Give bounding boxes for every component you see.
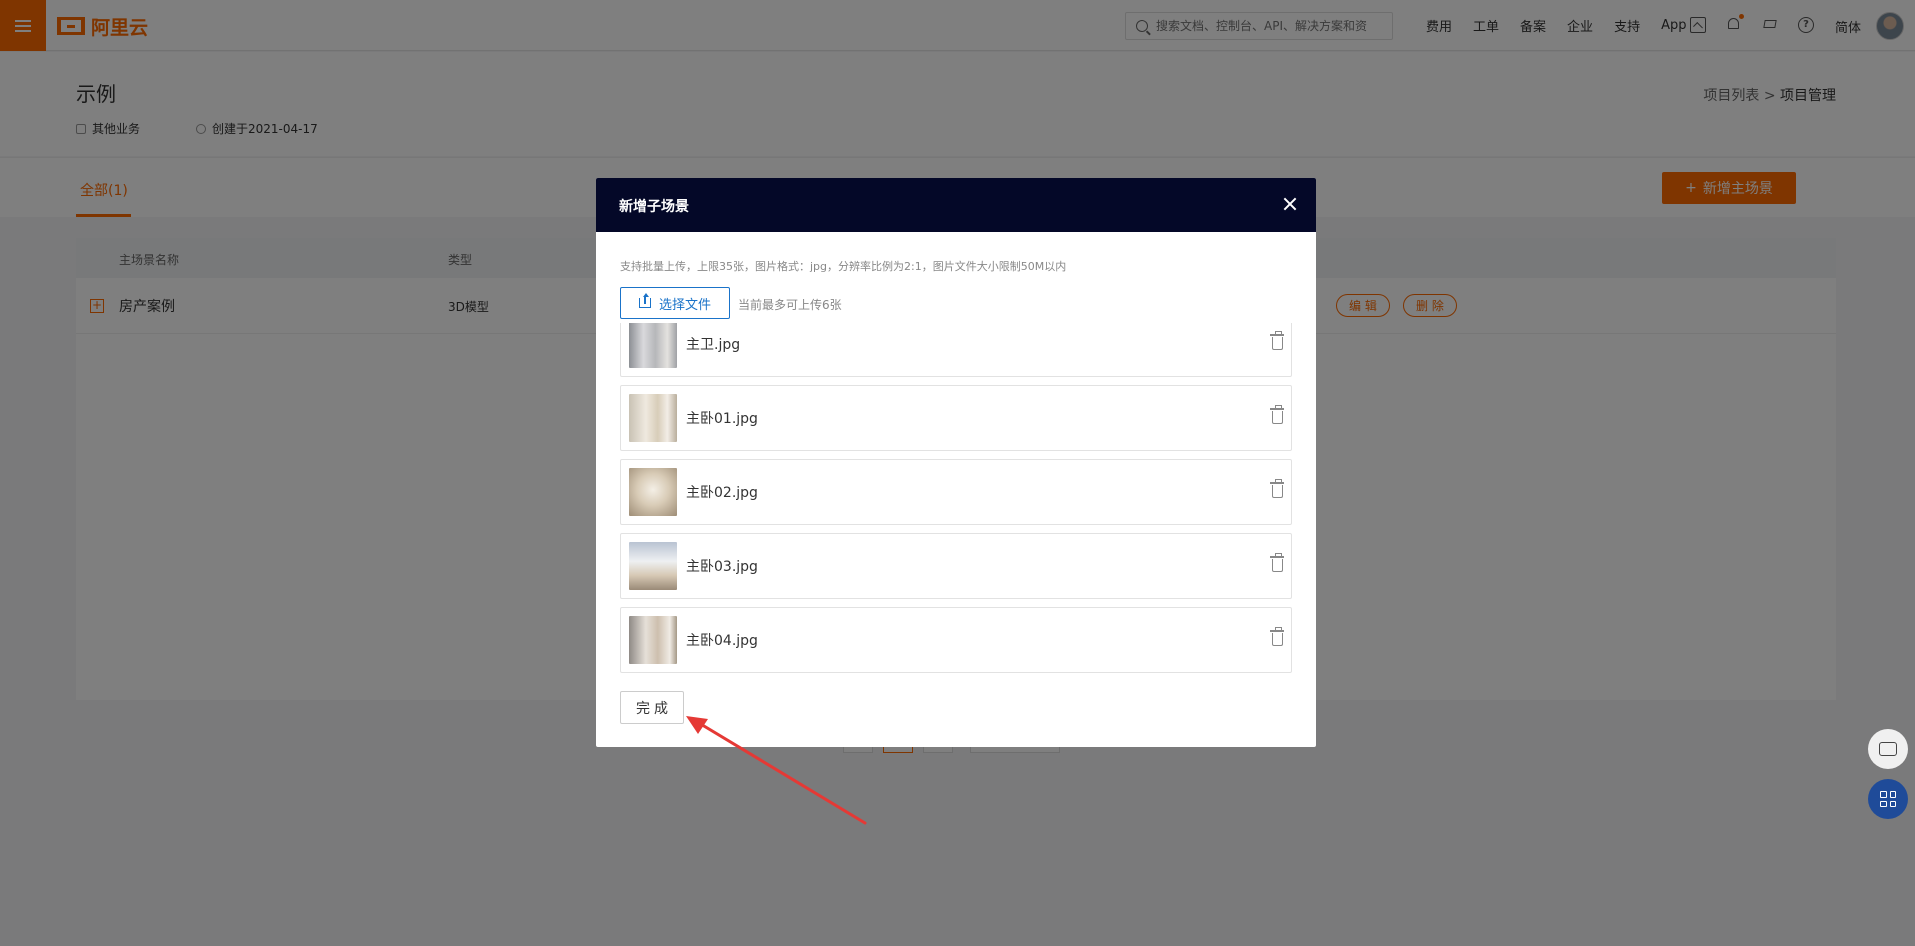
file-thumbnail — [629, 323, 677, 368]
file-name: 主卧01.jpg — [686, 411, 758, 427]
list-item: 主卧04.jpg — [620, 607, 1292, 673]
choose-file-button[interactable]: 选择文件 — [620, 287, 730, 319]
apps-icon — [1880, 791, 1896, 807]
chat-float-button[interactable] — [1868, 729, 1908, 769]
choose-file-label: 选择文件 — [658, 297, 711, 313]
list-item: 主卫.jpg — [620, 323, 1292, 377]
trash-icon[interactable] — [1270, 331, 1284, 350]
trash-icon[interactable] — [1270, 405, 1284, 424]
file-name: 主卫.jpg — [686, 337, 741, 353]
list-item: 主卧01.jpg — [620, 385, 1292, 451]
file-thumbnail — [629, 468, 677, 516]
modal-title: 新增子场景 — [619, 199, 689, 215]
apps-float-button[interactable] — [1868, 779, 1908, 819]
trash-icon[interactable] — [1270, 479, 1284, 498]
modal-header: 新增子场景 — [596, 178, 1316, 232]
file-list[interactable]: 主卫.jpg 主卧01.jpg 主卧02.jpg 主卧03.jpg 主卧04.j… — [620, 323, 1292, 679]
file-thumbnail — [629, 542, 677, 590]
file-name: 主卧03.jpg — [686, 559, 758, 575]
upload-limit-note: 当前最多可上传6张 — [738, 298, 842, 312]
file-name: 主卧02.jpg — [686, 485, 758, 501]
list-item: 主卧02.jpg — [620, 459, 1292, 525]
file-thumbnail — [629, 616, 677, 664]
close-icon[interactable] — [1282, 196, 1298, 212]
file-name: 主卧04.jpg — [686, 633, 758, 649]
file-thumbnail — [629, 394, 677, 442]
chat-icon — [1879, 742, 1897, 756]
upload-hint: 支持批量上传，上限35张，图片格式：jpg，分辨率比例为2:1，图片文件大小限制… — [620, 260, 1067, 273]
list-item: 主卧03.jpg — [620, 533, 1292, 599]
upload-icon — [638, 293, 651, 308]
trash-icon[interactable] — [1270, 553, 1284, 572]
trash-icon[interactable] — [1270, 627, 1284, 646]
add-sub-scene-modal: 新增子场景 支持批量上传，上限35张，图片格式：jpg，分辨率比例为2:1，图片… — [596, 178, 1316, 747]
done-button[interactable]: 完成 — [620, 691, 684, 724]
